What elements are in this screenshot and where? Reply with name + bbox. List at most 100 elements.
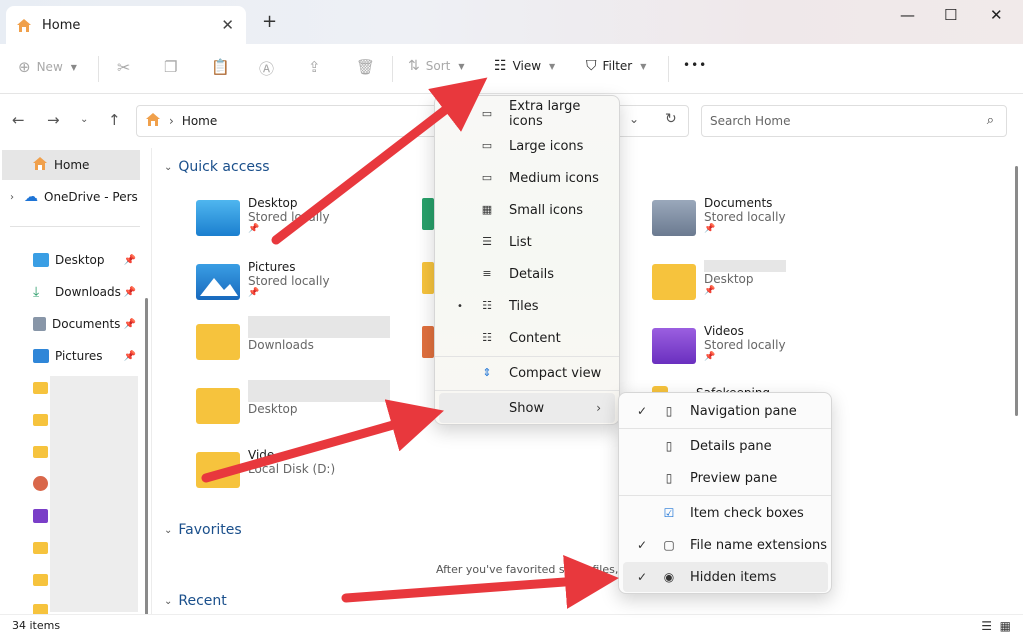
view-toggle-icons[interactable]: ☰ ▦ xyxy=(981,619,1011,633)
tile-location: Stored locally xyxy=(248,274,330,288)
music-icon[interactable] xyxy=(33,476,48,491)
tile-location: Local Disk (D:) xyxy=(248,462,336,476)
tile-videos[interactable]: Videos Stored locally 📌 xyxy=(652,324,786,364)
address-dropdown-icon[interactable]: ⌄ xyxy=(629,112,639,126)
minimize-button[interactable]: — xyxy=(900,6,915,24)
delete-icon[interactable]: 🗑 xyxy=(356,58,375,76)
back-arrow-icon[interactable]: ← xyxy=(12,111,25,129)
menu-item-preview-pane[interactable]: ▯ Preview pane xyxy=(623,463,828,493)
new-tab-button[interactable]: + xyxy=(262,11,277,32)
menu-item-compact-view[interactable]: ⇕ Compact view xyxy=(439,358,615,388)
recent-header[interactable]: ⌄ Recent xyxy=(164,593,227,609)
pictures-folder-icon xyxy=(196,264,240,300)
rename-icon[interactable]: Ⓐ xyxy=(259,58,274,79)
menu-item-show[interactable]: Show › xyxy=(439,393,615,423)
menu-item-list[interactable]: ☰ List xyxy=(439,227,615,257)
sidebar-item-onedrive[interactable]: › ☁ OneDrive - Pers xyxy=(0,182,148,212)
tile-folder[interactable]: Desktop xyxy=(196,380,390,424)
view-button[interactable]: ☷ View ▼ xyxy=(494,58,555,74)
home-icon xyxy=(32,156,48,174)
tile-folder[interactable]: Downloads xyxy=(196,316,390,360)
sidebar-item-label: Desktop xyxy=(55,253,105,267)
tab-close-icon[interactable]: ✕ xyxy=(221,16,234,34)
folder-icon[interactable] xyxy=(33,382,48,394)
favorites-header[interactable]: ⌄ Favorites xyxy=(164,522,242,538)
filter-button[interactable]: ⛉ Filter ▼ xyxy=(586,58,646,74)
menu-item-label: File name extensions xyxy=(690,537,828,553)
menu-item-medium-icons[interactable]: ▭ Medium icons xyxy=(439,163,615,193)
folder-icon[interactable] xyxy=(33,604,48,614)
folder-icon[interactable] xyxy=(33,446,48,458)
menu-item-label: Compact view xyxy=(509,365,602,381)
menu-item-item-check-boxes[interactable]: ☑ Item check boxes xyxy=(623,498,828,528)
documents-icon xyxy=(33,317,46,331)
tile-location: Desktop xyxy=(704,272,754,286)
folder-icon[interactable] xyxy=(33,574,48,586)
folder-icon[interactable] xyxy=(33,542,48,554)
tile-name: Vide xyxy=(248,448,275,462)
menu-item-details[interactable]: ≡ Details xyxy=(439,259,615,289)
content-scrollbar[interactable] xyxy=(1010,148,1023,614)
videos-folder-icon xyxy=(652,328,696,364)
chevron-down-icon: ▼ xyxy=(640,61,647,71)
menu-item-file-name-extensions[interactable]: ✓ ▢ File name extensions xyxy=(623,530,828,560)
sidebar-item-documents[interactable]: Documents 📌 xyxy=(0,309,148,339)
menu-item-label: Navigation pane xyxy=(690,403,797,419)
home-icon xyxy=(16,18,32,32)
tab-home[interactable]: Home ✕ xyxy=(6,6,246,44)
tile-pictures[interactable]: Pictures Stored locally 📌 xyxy=(196,260,330,300)
search-input[interactable]: Search Home ⌕ xyxy=(701,105,1007,137)
sidebar-item-pictures[interactable]: Pictures 📌 xyxy=(0,341,148,371)
cut-icon[interactable]: ✂ xyxy=(117,58,130,77)
download-icon: ⤓ xyxy=(33,284,40,300)
share-icon[interactable]: ⇪ xyxy=(308,58,321,76)
chevron-right-icon: › xyxy=(10,191,14,203)
tile-videos-d[interactable]: Vide Local Disk (D:) xyxy=(196,448,335,488)
recent-locations-chevron-icon[interactable]: ⌄ xyxy=(80,114,88,125)
paste-icon[interactable]: 📋 xyxy=(211,58,230,76)
filter-icon: ⛉ xyxy=(586,58,597,74)
close-button[interactable]: ✕ xyxy=(990,6,1003,24)
folder-icon xyxy=(196,388,240,424)
check-icon: ✓ xyxy=(637,538,648,552)
menu-item-content[interactable]: ☷ Content xyxy=(439,323,615,353)
tile-documents[interactable]: Documents Stored locally 📌 xyxy=(652,196,786,236)
sidebar-scrollbar[interactable] xyxy=(145,298,148,614)
menu-item-small-icons[interactable]: ▦ Small icons xyxy=(439,195,615,225)
quick-access-header[interactable]: ⌄ Quick access xyxy=(164,159,270,175)
breadcrumb-home[interactable]: Home xyxy=(182,114,217,128)
menu-item-navigation-pane[interactable]: ✓ ▯ Navigation pane xyxy=(623,396,828,426)
videos-icon[interactable] xyxy=(33,509,48,523)
new-button[interactable]: ⊕ New ▼ xyxy=(18,58,77,76)
more-options-button[interactable]: ••• xyxy=(683,58,707,72)
refresh-icon[interactable]: ↻ xyxy=(665,111,677,127)
folder-icon[interactable] xyxy=(422,262,434,294)
pictures-icon xyxy=(33,349,49,363)
up-arrow-icon[interactable]: ↑ xyxy=(108,111,121,129)
forward-arrow-icon[interactable]: → xyxy=(47,111,60,129)
folder-icon[interactable] xyxy=(33,414,48,426)
menu-item-hidden-items[interactable]: ✓ ◉ Hidden items xyxy=(623,562,828,592)
item-count: 34 items xyxy=(12,619,61,632)
sidebar-item-downloads[interactable]: ⤓ Downloads 📌 xyxy=(0,277,148,307)
sidebar-item-label: Home xyxy=(54,158,90,172)
menu-item-extra-large-icons[interactable]: ▭ Extra large icons xyxy=(439,99,615,129)
maximize-button[interactable]: ☐ xyxy=(944,6,957,24)
menu-item-details-pane[interactable]: ▯ Details pane xyxy=(623,431,828,461)
copy-icon[interactable]: ❐ xyxy=(164,58,177,76)
section-title: Favorites xyxy=(178,522,242,538)
sidebar-item-home[interactable]: Home xyxy=(2,150,140,180)
tiles-icon: ☷ xyxy=(482,299,492,312)
sidebar-item-label: Downloads xyxy=(55,285,121,299)
tile-desktop[interactable]: Desktop Stored locally 📌 xyxy=(196,196,330,236)
sort-button[interactable]: ⇅ Sort ▼ xyxy=(408,58,465,74)
menu-item-large-icons[interactable]: ▭ Large icons xyxy=(439,131,615,161)
folder-icon[interactable] xyxy=(422,198,434,230)
sidebar-item-desktop[interactable]: Desktop 📌 xyxy=(0,245,148,275)
menu-item-tiles[interactable]: • ☷ Tiles xyxy=(439,291,615,321)
blurred-name xyxy=(704,260,786,272)
scrollbar-thumb[interactable] xyxy=(1015,166,1018,416)
blurred-name xyxy=(248,380,390,402)
folder-icon[interactable] xyxy=(422,326,434,358)
tile-folder[interactable]: Desktop 📌 xyxy=(652,260,786,300)
